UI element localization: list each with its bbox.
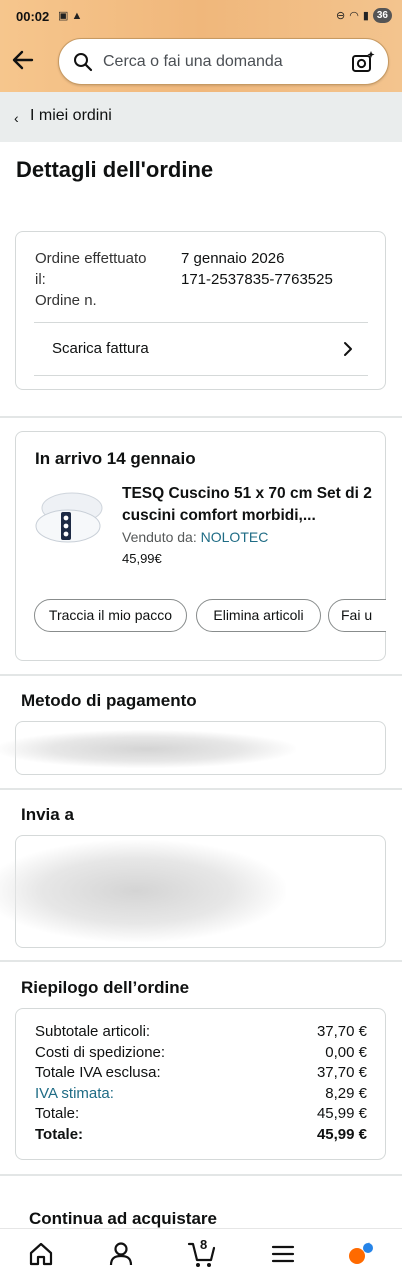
summary-row-shipping: Costi di spedizione: 0,00 € xyxy=(35,1043,367,1064)
summary-value: 45,99 € xyxy=(316,1125,367,1143)
cart-button[interactable]: 8 xyxy=(187,1237,217,1269)
seller-link[interactable]: NOLOTEC xyxy=(201,529,269,545)
summary-row-vat: IVA stimata: 8,29 € xyxy=(35,1084,367,1105)
battery-indicator: 36 xyxy=(372,8,392,23)
vat-link[interactable]: IVA stimata: xyxy=(35,1084,114,1105)
wifi-icon: ◠ xyxy=(349,10,359,22)
search-input[interactable]: Cerca o fai una domanda xyxy=(103,53,283,71)
download-invoice-label[interactable]: Scarica fattura xyxy=(52,338,149,359)
product-price: 45,99€ xyxy=(122,551,162,566)
payment-method-title: Metodo di pagamento xyxy=(21,691,197,710)
summary-value: 37,70 € xyxy=(316,1023,367,1040)
order-summary-title: Riepilogo dell’ordine xyxy=(21,978,190,997)
order-info-card: Ordine effettuato il: 7 gennaio 2026 Ord… xyxy=(15,231,386,390)
redacted-address xyxy=(0,840,286,942)
sold-by-label: Venduto da: xyxy=(122,529,197,545)
summary-row-total: Totale: 45,99 € xyxy=(35,1104,367,1125)
camera-search-icon[interactable] xyxy=(350,49,376,75)
search-bar[interactable]: Cerca o fai una domanda xyxy=(58,38,389,85)
summary-label: Costi di spedizione: xyxy=(35,1043,166,1061)
section-separator xyxy=(0,960,402,962)
continue-shopping-title[interactable]: Continua ad acquistare xyxy=(29,1209,217,1229)
home-icon[interactable] xyxy=(26,1239,56,1269)
ship-to-card xyxy=(0,835,386,948)
summary-value: 37,70 € xyxy=(316,1064,367,1082)
cart-count: 8 xyxy=(200,1237,208,1252)
chevron-left-icon: ‹ xyxy=(14,110,19,126)
section-separator xyxy=(0,416,402,418)
order-number-value: 171-2537835-7763525 xyxy=(181,271,333,288)
section-separator xyxy=(0,1174,402,1176)
account-icon[interactable] xyxy=(106,1239,136,1269)
summary-label: Totale: xyxy=(35,1105,80,1123)
ship-to-title: Invia a xyxy=(21,805,74,824)
status-icons: ⊖ ◠ ▮ 36 xyxy=(336,8,392,23)
summary-label: Subtotale articoli: xyxy=(35,1023,151,1040)
section-separator xyxy=(0,788,402,790)
signal-icon: ▮ xyxy=(362,10,369,22)
menu-icon[interactable] xyxy=(268,1239,298,1269)
summary-row-total-excl-vat: Totale IVA esclusa: 37,70 € xyxy=(35,1063,367,1084)
dnd-icon: ⊖ xyxy=(335,10,346,22)
app-header: 00:02 ▣ ▲ ⊖ ◠ ▮ 36 Cerca o fai una doman… xyxy=(0,0,402,92)
summary-label: Totale IVA esclusa: xyxy=(35,1064,161,1082)
remove-items-button[interactable]: Elimina articoli xyxy=(196,599,321,632)
action-buttons-row: Traccia il mio pacco Elimina articoli Fa… xyxy=(34,599,386,635)
summary-value: 0,00 € xyxy=(325,1043,367,1061)
track-package-button[interactable]: Traccia il mio pacco xyxy=(34,599,187,632)
status-time: 00:02 xyxy=(16,9,50,24)
notification-icons: ▣ ▲ xyxy=(58,10,83,22)
summary-row-subtotal: Subtotale articoli: 37,70 € xyxy=(35,1022,367,1043)
order-number-label: Ordine n. xyxy=(35,292,97,309)
payment-method-card xyxy=(0,721,386,775)
order-date-value: 7 gennaio 2026 xyxy=(181,250,285,267)
divider xyxy=(34,375,368,376)
alexa-icon[interactable] xyxy=(345,1239,375,1269)
more-actions-button[interactable]: Fai u xyxy=(328,599,386,632)
delivery-date-title: In arrivo 14 gennaio xyxy=(35,449,196,468)
download-invoice-row[interactable]: Scarica fattura xyxy=(34,323,368,375)
search-icon xyxy=(74,53,93,72)
summary-row-grand-total: Totale: 45,99 € xyxy=(35,1125,367,1146)
shipment-card: In arrivo 14 gennaio TESQ Cuscino 51 x 7… xyxy=(15,431,386,661)
chevron-right-icon xyxy=(344,342,352,356)
summary-value: 8,29 € xyxy=(325,1084,367,1102)
page-title: Dettagli dell'ordine xyxy=(16,157,214,182)
order-date-label: Ordine effettuato il: xyxy=(35,250,147,288)
product-image[interactable] xyxy=(34,486,104,548)
summary-label: Totale: xyxy=(35,1125,84,1143)
section-separator xyxy=(0,674,402,676)
product-title[interactable]: TESQ Cuscino 51 x 70 cm Set di 2 cuscini… xyxy=(122,483,374,527)
breadcrumb-label[interactable]: I miei ordini xyxy=(30,107,112,125)
order-summary-card: Subtotale articoli: 37,70 € Costi di spe… xyxy=(15,1008,386,1160)
bottom-nav: 8 xyxy=(0,1228,402,1278)
back-arrow-icon[interactable] xyxy=(10,47,36,73)
summary-value: 45,99 € xyxy=(316,1105,367,1123)
redacted-payment-info xyxy=(0,730,296,768)
breadcrumb[interactable]: ‹ I miei ordini xyxy=(0,92,402,142)
sold-by: Venduto da: NOLOTEC xyxy=(122,529,268,545)
